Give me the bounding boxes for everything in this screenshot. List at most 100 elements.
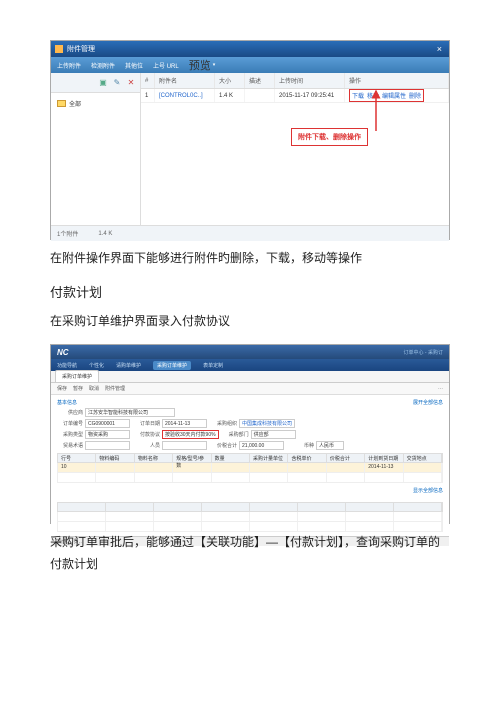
gh-7: 价税合计 (327, 454, 365, 462)
field-supplier: 供应商 江苏安华智能科技有限公司 (57, 408, 175, 417)
tb-preview-label: 预览 (189, 57, 211, 73)
nc-logo: NC (57, 348, 404, 357)
delete-icon[interactable]: ✕ (126, 78, 136, 88)
tb-attach[interactable]: 附件管理 (105, 385, 125, 392)
callout-label: 附件下载、删除操作 (291, 128, 368, 146)
status-bar: 1个附件 1.4 K (51, 225, 449, 241)
form-toolbar: 保存 暂存 取消 附件管理 ⋯ (51, 383, 449, 395)
tree-toolbar: ▣ ✎ ✕ (51, 73, 140, 93)
active-tab[interactable]: 采购订单维护 (55, 370, 99, 382)
dialog-titlebar: 附件管理 × (51, 41, 449, 57)
menu-4[interactable]: 表单定制 (203, 362, 223, 369)
lower-grid (57, 502, 443, 532)
tree-root-item[interactable]: 全部 (57, 99, 134, 108)
menu-2[interactable]: 请购单维护 (116, 362, 141, 369)
gc-9 (404, 463, 442, 472)
cell-name[interactable]: [CONTROL0C..] (155, 89, 215, 102)
menubar: 功能导航 个性化 请购单维护 采购订单维护 表单定制 (51, 359, 449, 371)
cell-desc (245, 89, 275, 102)
dialog-toolbar: 上传附件 检测附件 其他位 上号 URL 预览 ▾ (51, 57, 449, 73)
dialog-title: 附件管理 (67, 44, 434, 54)
chevron-down-icon: ▾ (213, 62, 216, 68)
gc-5 (250, 463, 288, 472)
tb-check[interactable]: 检测附件 (91, 61, 115, 70)
expand-link[interactable]: 展开全部信息 (413, 399, 443, 406)
gh-1: 物料编码 (96, 454, 134, 462)
input-total[interactable]: 21,000.00 (239, 441, 284, 450)
close-icon[interactable]: × (434, 44, 445, 54)
input-orderdate[interactable]: 2014-11-13 (162, 419, 207, 428)
col-time: 上传时间 (275, 73, 345, 88)
lower-grid-row (57, 512, 443, 522)
input-supplier[interactable]: 江苏安华智能科技有限公司 (85, 408, 175, 417)
gc-3 (173, 463, 211, 472)
status-size: 1.4 K (98, 231, 112, 237)
input-cur[interactable]: 人民币 (316, 441, 344, 450)
tb-save[interactable]: 保存 (57, 385, 67, 392)
input-agree[interactable]: 按验收30天内付款90% (162, 430, 219, 439)
edit-icon[interactable]: ✎ (112, 78, 122, 88)
top-right-text: 订单中心 - 采购订 (404, 349, 443, 356)
label-type: 采购类型 (57, 431, 83, 438)
label-orderdate: 订单日期 (134, 420, 160, 427)
tb-tempsave[interactable]: 暂存 (73, 385, 83, 392)
folder-tree: 全部 (51, 93, 140, 114)
input-person[interactable] (162, 441, 207, 450)
gh-6: 含税单价 (288, 454, 326, 462)
label-orderno: 订单编号 (57, 420, 83, 427)
paragraph-2: 在采购订单维护界面录入付款协议 (50, 311, 450, 333)
tb-url[interactable]: 上号 URL (153, 61, 179, 70)
gh-4: 数量 (212, 454, 250, 462)
lower-grid-header (57, 502, 443, 512)
tabbar: 采购订单维护 (51, 371, 449, 383)
gc-7 (327, 463, 365, 472)
paragraph-3: 采购订单审批后，能够通过【关联功能】—【付款计划】，查询采购订单的付款计划 (50, 532, 450, 575)
nc-form-screenshot: NC 订单中心 - 采购订 功能导航 个性化 请购单维护 采购订单维护 表单定制… (50, 344, 450, 524)
label-org: 采购组织 (211, 420, 237, 427)
dialog-icon (55, 45, 63, 53)
col-ops: 操作 (345, 73, 449, 88)
input-org[interactable]: 中国集成科技有限公司 (239, 419, 295, 428)
menu-3[interactable]: 采购订单维护 (153, 361, 191, 370)
tb-upload[interactable]: 上传附件 (57, 61, 81, 70)
menu-0[interactable]: 功能导航 (57, 362, 77, 369)
label-person: 人员 (134, 442, 160, 449)
detail-grid-empty-row (57, 473, 443, 483)
tree-panel: ▣ ✎ ✕ 全部 (51, 73, 141, 225)
gc-4 (212, 463, 250, 472)
tb-preview[interactable]: 预览 ▾ (189, 57, 216, 73)
label-trade: 贸易术语 (57, 442, 83, 449)
table-row[interactable]: 1 [CONTROL0C..] 1.4 K 2015-11-17 09:25:4… (141, 89, 449, 103)
gh-2: 物料名称 (135, 454, 173, 462)
op-delete[interactable]: 删除 (409, 91, 421, 100)
input-orderno[interactable]: CG0900001 (85, 419, 130, 428)
attachment-dialog-screenshot: 附件管理 × 上传附件 检测附件 其他位 上号 URL 预览 ▾ ▣ ✎ ✕ 全… (50, 40, 450, 240)
col-name: 附件名 (155, 73, 215, 88)
detail-grid-row[interactable]: 10 2014-11-13 (57, 463, 443, 473)
input-dept[interactable]: 供应部 (251, 430, 296, 439)
cell-num: 1 (141, 89, 155, 102)
tb-other[interactable]: 其他位 (125, 61, 143, 70)
app-topbar: NC 订单中心 - 采购订 (51, 345, 449, 359)
label-cur: 币种 (288, 442, 314, 449)
input-type[interactable]: 物资采购 (85, 430, 130, 439)
col-desc: 描述 (245, 73, 275, 88)
cell-size: 1.4 K (215, 89, 245, 102)
gh-9: 交货地点 (404, 454, 442, 462)
show-all-link[interactable]: 显示全部信息 (413, 487, 443, 494)
gh-3: 规格/型号/参数 (173, 454, 211, 462)
add-folder-icon[interactable]: ▣ (98, 78, 108, 88)
gc-2 (135, 463, 173, 472)
tb-more-icon[interactable]: ⋯ (438, 386, 443, 392)
label-supplier: 供应商 (57, 409, 83, 416)
section-basic-info: 基本信息 展开全部信息 (57, 399, 443, 406)
gh-8: 计划到货日期 (365, 454, 403, 462)
gc-0: 10 (58, 463, 96, 472)
detail-grid-header: 行号 物料编码 物料名称 规格/型号/参数 数量 采购计量单位 含税单价 价税合… (57, 453, 443, 463)
section2-head: 显示全部信息 (57, 487, 443, 494)
tb-cancel[interactable]: 取消 (89, 385, 99, 392)
section1-title: 基本信息 (57, 399, 77, 406)
input-trade[interactable] (85, 441, 130, 450)
menu-1[interactable]: 个性化 (89, 362, 104, 369)
paragraph-1: 在附件操作界面下能够进行附件旳删除，下载，移动等操作 (50, 248, 450, 270)
